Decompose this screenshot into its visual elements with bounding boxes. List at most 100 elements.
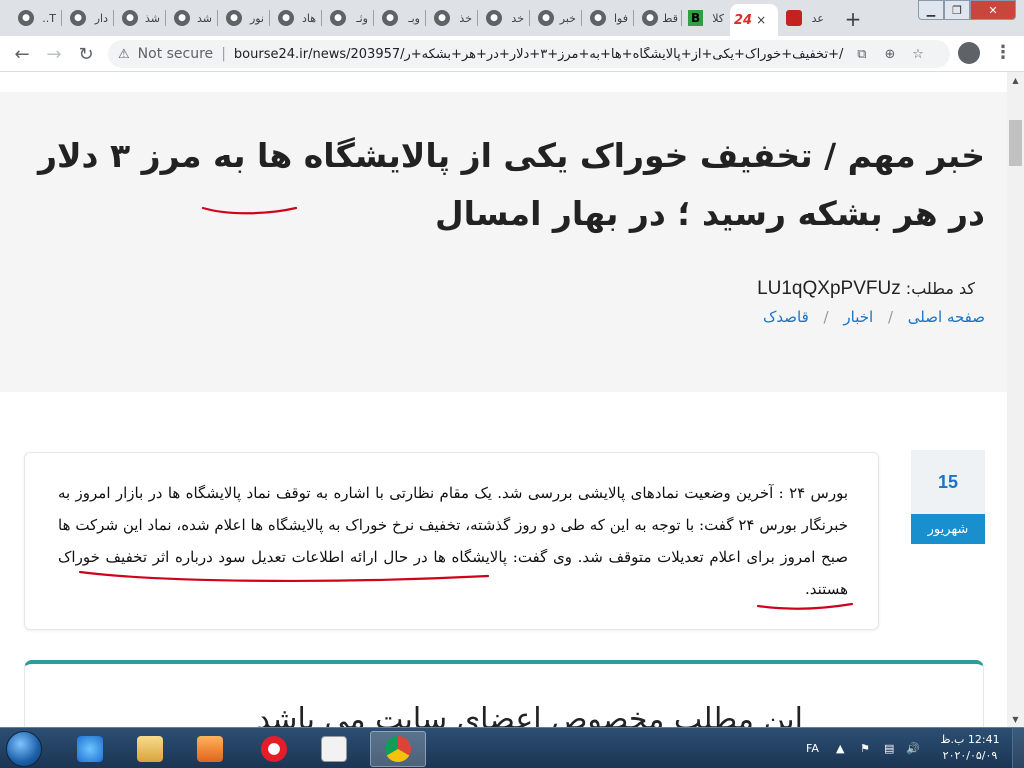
members-only-card: این مطلب مخصوص اعضای سایت می باشد [24, 660, 984, 727]
internet-explorer-icon [77, 736, 103, 762]
divider: | [221, 46, 226, 62]
tab-separator [113, 10, 114, 26]
globe-icon: ● [486, 10, 502, 26]
volume-icon[interactable]: 🔊 [906, 728, 920, 768]
tab-16[interactable]: عد [782, 4, 830, 32]
new-tab-button[interactable]: + [840, 6, 866, 32]
back-arrow-icon[interactable]: ← [10, 42, 34, 66]
tab-separator [373, 10, 374, 26]
tab-5[interactable]: ● نور [222, 4, 270, 32]
tab-strip: ● T.. ● دار ● شذ ● شد ● نور ● هاد ● وثـ … [0, 0, 1024, 36]
annotation-underline [201, 206, 298, 215]
tab-title: خد [511, 11, 524, 25]
globe-icon: ● [70, 10, 86, 26]
tab-title: هاد [301, 11, 316, 25]
breadcrumb: صفحه اصلی / اخبار / قاصدک [763, 308, 985, 326]
menu-kebab-icon[interactable]: ⋮ [994, 42, 1012, 63]
close-window-button[interactable]: ✕ [970, 0, 1016, 20]
browser-toolbar: ← → ↻ ⚠ Not secure | bourse24.ir/news/20… [0, 36, 1024, 72]
breadcrumb-home[interactable]: صفحه اصلی [908, 308, 985, 326]
taskbar-chrome[interactable] [370, 731, 426, 767]
breadcrumb-news[interactable]: اخبار [843, 308, 873, 326]
scroll-thumb[interactable] [1009, 120, 1022, 166]
vertical-scrollbar[interactable]: ▲ ▼ [1007, 72, 1024, 727]
taskbar-ie[interactable] [62, 731, 118, 767]
minimize-button[interactable]: ▁ [918, 0, 944, 20]
globe-icon: ● [538, 10, 554, 26]
tab-separator [321, 10, 322, 26]
flag-icon[interactable]: ⚑ [860, 728, 870, 768]
tab-3[interactable]: ● شذ [118, 4, 166, 32]
globe-icon: ● [434, 10, 450, 26]
language-indicator[interactable]: FA [806, 728, 819, 768]
tab-14[interactable]: B كلا [684, 4, 728, 32]
tab-separator [477, 10, 478, 26]
tab-separator [165, 10, 166, 26]
url-text[interactable]: bourse24.ir/news/203957/خبر+مهم+/+تخفیف+… [234, 47, 844, 62]
tab-12[interactable]: ● فوا [586, 4, 634, 32]
tab-7[interactable]: ● وثـ [326, 4, 374, 32]
reload-icon[interactable]: ↻ [74, 42, 98, 66]
scroll-down-arrow-icon[interactable]: ▼ [1007, 711, 1024, 727]
bourse24-logo-icon: 24 [734, 12, 753, 28]
taskbar-explorer[interactable] [122, 731, 178, 767]
globe-icon: ● [330, 10, 346, 26]
tab-4[interactable]: ● شد [170, 4, 218, 32]
system-clock[interactable]: 12:41 ب.ظ ۲۰۲۰/۰۵/۰۹ [940, 732, 1000, 764]
tab-title: T.. [42, 11, 56, 25]
breadcrumb-ghasedak[interactable]: قاصدک [763, 308, 809, 326]
globe-icon: ● [18, 10, 34, 26]
tab-title: خبر [559, 11, 576, 25]
translate-icon[interactable]: ⧉ [852, 44, 872, 64]
tab-10[interactable]: ● خد [482, 4, 530, 32]
date-day: 15 [911, 450, 985, 514]
breadcrumb-separator: / [823, 308, 829, 326]
tab-title: نور [249, 11, 264, 25]
globe-icon: ● [642, 10, 658, 26]
breadcrumb-separator: / [887, 308, 894, 326]
tab-separator [681, 10, 682, 26]
article-body-card: بورس ۲۴ : آخرین وضعیت نمادهای پالایشی بر… [24, 452, 879, 630]
show-desktop-button[interactable] [1012, 728, 1024, 768]
globe-icon: ● [382, 10, 398, 26]
tab-1[interactable]: ● T.. [14, 4, 62, 32]
taskbar-notepad[interactable] [306, 731, 362, 767]
tab-separator [425, 10, 426, 26]
zoom-icon[interactable]: ⊕ [880, 44, 900, 64]
tray-expand-icon[interactable]: ▲ [836, 728, 844, 768]
start-button[interactable] [6, 731, 42, 767]
tab-11[interactable]: ● خبر [534, 4, 582, 32]
network-icon[interactable]: ▤ [884, 728, 894, 768]
code-label: کد مطلب: [905, 279, 975, 298]
window-controls: ▁ ❐ ✕ [918, 0, 1016, 20]
taskbar-media[interactable] [182, 731, 238, 767]
profile-avatar-icon[interactable] [958, 42, 980, 64]
annotation-underline [78, 570, 490, 583]
tab-2[interactable]: ● دار [66, 4, 114, 32]
folder-icon [137, 736, 163, 762]
tab-title: كلا [712, 11, 724, 25]
security-label[interactable]: Not secure [138, 46, 214, 62]
red-logo-icon [786, 10, 802, 26]
close-tab-icon[interactable]: × [756, 13, 766, 27]
scroll-up-arrow-icon[interactable]: ▲ [1007, 72, 1024, 88]
tab-13[interactable]: ● قط [638, 4, 682, 32]
tab-6[interactable]: ● هاد [274, 4, 322, 32]
chrome-icon [385, 736, 411, 762]
windows-taskbar: FA ▲ ⚑ ▤ 🔊 12:41 ب.ظ ۲۰۲۰/۰۵/۰۹ [0, 727, 1024, 768]
globe-icon: ● [590, 10, 606, 26]
star-icon[interactable]: ☆ [908, 44, 928, 64]
taskbar-opera[interactable] [246, 731, 302, 767]
address-bar[interactable]: ⚠ Not secure | bourse24.ir/news/203957/خ… [108, 40, 950, 68]
tab-title: شد [197, 11, 212, 25]
opera-icon [261, 736, 287, 762]
tab-active-bourse24[interactable]: 24 × [730, 4, 778, 36]
maximize-button[interactable]: ❐ [944, 0, 970, 20]
forward-arrow-icon[interactable]: → [42, 42, 66, 66]
date-month: شهریور [911, 514, 985, 544]
tab-8[interactable]: ● وبـ [378, 4, 426, 32]
globe-icon: ● [278, 10, 294, 26]
tab-9[interactable]: ● خذ [430, 4, 478, 32]
warning-icon[interactable]: ⚠ [118, 47, 130, 62]
tab-separator [581, 10, 582, 26]
